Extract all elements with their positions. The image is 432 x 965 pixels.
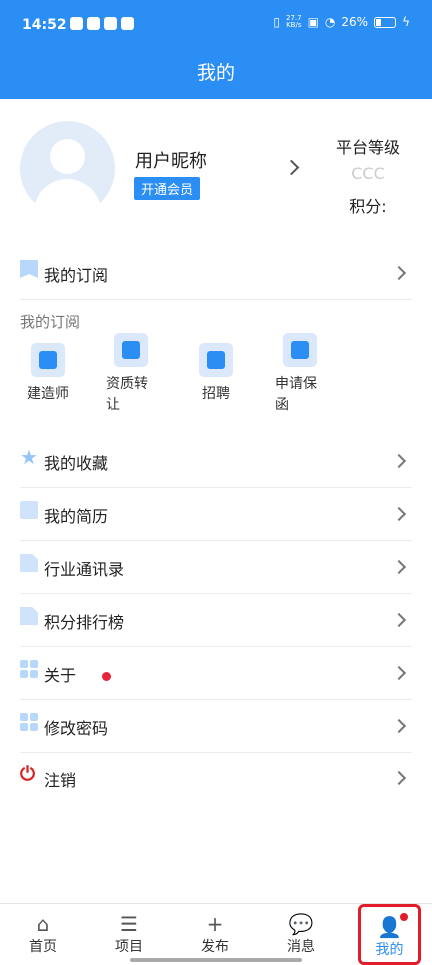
battery-percent: 26% bbox=[341, 15, 369, 29]
notification-icon bbox=[121, 17, 134, 30]
notification-icon bbox=[104, 17, 117, 30]
platform-level-value: CCC bbox=[351, 164, 385, 183]
bookmark-icon bbox=[20, 260, 38, 278]
avatar-head bbox=[50, 139, 85, 174]
unread-dot bbox=[400, 913, 408, 921]
chevron-right-icon[interactable] bbox=[283, 159, 300, 176]
status-right: ▯ 27.7 KB/s ▣ ◔ 26% ϟ bbox=[273, 14, 410, 30]
message-icon: 💬 bbox=[288, 912, 314, 936]
project-icon: ☰ bbox=[120, 912, 138, 936]
id-card-icon bbox=[20, 501, 38, 519]
chevron-right-icon bbox=[391, 665, 407, 681]
avatar[interactable] bbox=[20, 121, 115, 216]
menu-item-logout[interactable]: ⏻ 注销 bbox=[20, 753, 412, 805]
charging-icon: ϟ bbox=[402, 15, 410, 29]
menu-item-label: 行业通讯录 bbox=[44, 560, 125, 579]
chevron-right-icon bbox=[391, 559, 407, 575]
subscription-item-guarantee[interactable]: 申请保函 bbox=[270, 333, 332, 416]
plus-icon: + bbox=[206, 912, 224, 936]
flag-icon bbox=[199, 343, 233, 377]
menu-item-label: 关于 bbox=[44, 666, 77, 685]
battery-icon bbox=[374, 16, 397, 28]
subscription-item-recruitment[interactable]: 招聘 bbox=[186, 343, 246, 405]
avatar-body bbox=[34, 179, 101, 216]
person-icon: 👤 bbox=[377, 915, 402, 939]
document-icon bbox=[20, 607, 38, 625]
menu-item-label: 修改密码 bbox=[44, 719, 109, 738]
status-time: 14:52 bbox=[22, 17, 67, 33]
tab-label: 消息 bbox=[287, 939, 315, 955]
menu-item-label: 积分排行榜 bbox=[44, 613, 125, 632]
chevron-right-icon bbox=[391, 265, 407, 281]
subscription-item-label: 建造师 bbox=[27, 386, 69, 402]
page-header: 我的 bbox=[0, 50, 432, 99]
tab-messages[interactable]: 💬 消息 bbox=[258, 904, 344, 965]
menu-item-favorites[interactable]: ★ 我的收藏 bbox=[20, 436, 412, 488]
chevron-right-icon bbox=[391, 718, 407, 734]
home-indicator[interactable] bbox=[130, 958, 302, 962]
menu-item-label: 我的收藏 bbox=[44, 454, 109, 473]
star-icon: ★ bbox=[20, 445, 38, 469]
nickname: 用户昵称 bbox=[135, 151, 207, 172]
subscriptions-title: 我的订阅 bbox=[20, 313, 81, 331]
grid-icon bbox=[20, 713, 38, 731]
tab-publish[interactable]: + 发布 bbox=[172, 904, 258, 965]
menu-item-resume[interactable]: 我的简历 bbox=[20, 489, 412, 541]
power-icon: ⏻ bbox=[20, 763, 36, 785]
tab-mine[interactable]: 👤 我的 bbox=[358, 904, 421, 965]
menu-item-label: 我的订阅 bbox=[44, 266, 109, 285]
menu-item-points-ranking[interactable]: 积分排行榜 bbox=[20, 595, 412, 647]
subscription-item-label: 资质转让 bbox=[106, 376, 148, 413]
chevron-right-icon bbox=[391, 612, 407, 628]
tab-label: 首页 bbox=[29, 939, 57, 955]
profile-card[interactable]: 用户昵称 开通会员 平台等级 CCC 积分: bbox=[0, 99, 432, 239]
chevron-right-icon bbox=[391, 770, 407, 786]
subscription-item-qualification-transfer[interactable]: 资质转让 bbox=[101, 333, 163, 416]
status-notification-icons bbox=[70, 17, 134, 30]
tab-label: 我的 bbox=[375, 942, 404, 958]
subscription-item-label: 申请保函 bbox=[275, 376, 317, 413]
chevron-right-icon bbox=[391, 506, 407, 522]
vibrate-icon: ▯ bbox=[273, 15, 280, 29]
tab-label: 项目 bbox=[115, 939, 143, 955]
tab-home[interactable]: ⌂ 首页 bbox=[0, 904, 86, 965]
menu-item-my-subscriptions[interactable]: 我的订阅 bbox=[20, 248, 412, 300]
net-speed: 27.7 KB/s bbox=[285, 14, 302, 29]
tab-label: 发布 bbox=[201, 939, 229, 955]
unread-dot bbox=[102, 672, 111, 681]
sim-icon: ▣ bbox=[307, 15, 319, 29]
grid-icon bbox=[20, 660, 38, 678]
notification-icon bbox=[70, 17, 83, 30]
menu-item-label: 注销 bbox=[44, 771, 77, 790]
chevron-right-icon bbox=[391, 453, 407, 469]
subscription-item-label: 招聘 bbox=[202, 386, 230, 402]
wifi-icon: ◔ bbox=[324, 15, 336, 29]
tab-projects[interactable]: ☰ 项目 bbox=[86, 904, 172, 965]
notification-icon bbox=[87, 17, 100, 30]
handshake-icon bbox=[114, 333, 148, 367]
menu-item-label: 我的简历 bbox=[44, 507, 109, 526]
open-vip-button[interactable]: 开通会员 bbox=[134, 177, 201, 200]
home-icon: ⌂ bbox=[36, 912, 50, 936]
menu-item-directory[interactable]: 行业通讯录 bbox=[20, 542, 412, 594]
status-bar: 14:52 ▯ 27.7 KB/s ▣ ◔ 26% ϟ bbox=[0, 0, 432, 50]
document-icon bbox=[20, 554, 38, 572]
menu-item-change-password[interactable]: 修改密码 bbox=[20, 701, 412, 753]
menu-item-about[interactable]: 关于 bbox=[20, 648, 412, 700]
points-label: 积分: bbox=[349, 197, 387, 216]
page-title: 我的 bbox=[196, 62, 235, 84]
bottom-tab-bar: ⌂ 首页 ☰ 项目 + 发布 💬 消息 👤 我的 bbox=[0, 903, 432, 965]
subscription-item-builder[interactable]: 建造师 bbox=[18, 343, 78, 405]
shield-star-icon bbox=[283, 333, 317, 367]
folder-icon bbox=[31, 343, 65, 377]
platform-level-title: 平台等级 bbox=[335, 138, 400, 157]
